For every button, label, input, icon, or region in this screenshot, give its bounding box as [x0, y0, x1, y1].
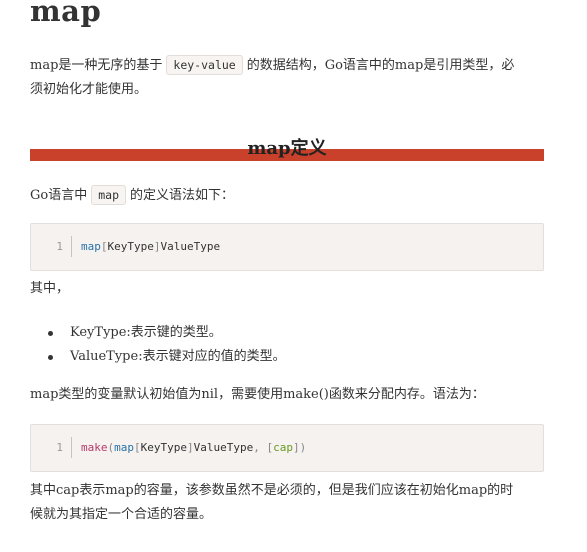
code-block-map-syntax: 1 map[KeyType]ValueType [30, 223, 544, 271]
code-token: [ [100, 240, 108, 253]
cap-text-line1: 其中cap表示map的容量，该参数虽然不是必须的，但是我们应该在初始化map的时 [30, 483, 514, 498]
default-value-paragraph: map类型的变量默认初始值为nil，需要使用make()函数来分配内存。语法为： [30, 387, 485, 402]
code-line: make(map[KeyType]ValueType, [cap]) [81, 441, 306, 454]
code-token: cap [273, 441, 293, 454]
list-item-text: KeyType:表示键的类型。 [70, 325, 222, 340]
line-number: 1 [56, 240, 63, 253]
cap-text-line2: 候就为其指定一个合适的容量。 [30, 507, 213, 522]
list-item: KeyType:表示键的类型。 [30, 321, 286, 345]
intro-text-line2: 须初始化才能使用。 [30, 82, 148, 97]
code-token: ) [299, 441, 307, 454]
section-heading: map定义 [30, 134, 544, 162]
code-token: map [81, 240, 101, 253]
syntax-text-after: 的定义语法如下： [130, 188, 235, 203]
code-token: ValueType [193, 441, 254, 454]
syntax-intro-paragraph: Go语言中 map 的定义语法如下： [30, 183, 544, 208]
inline-code-key-value: key-value [166, 55, 243, 75]
code-token: [ [134, 441, 141, 454]
section-heading-title: map定义 [247, 138, 327, 159]
list-item: ValueType:表示键对应的值的类型。 [30, 345, 286, 369]
list-item-text: ValueType:表示键对应的值的类型。 [70, 349, 286, 364]
code-token: ] [292, 441, 300, 454]
where-label: 其中， [30, 281, 70, 296]
bullet-dot [48, 355, 53, 360]
code-token: , [253, 441, 267, 454]
bullet-dot [48, 331, 53, 336]
code-token: map [114, 441, 134, 454]
line-number: 1 [56, 441, 63, 454]
code-block-make: 1 make(map[KeyType]ValueType, [cap]) [30, 424, 544, 472]
line-number-separator [71, 236, 72, 257]
code-token: ] [186, 441, 194, 454]
code-token: KeyType [107, 240, 154, 253]
code-token: KeyType [140, 441, 187, 454]
code-token: ValueType [160, 240, 221, 253]
bullet-list: KeyType:表示键的类型。 ValueType:表示键对应的值的类型。 [30, 321, 286, 369]
syntax-text-before: Go语言中 [30, 188, 88, 203]
intro-text-before: map是一种无序的基于 [30, 58, 163, 73]
intro-text-after: 的数据结构，Go语言中的map是引用类型，必 [246, 58, 515, 73]
line-number-separator [71, 437, 72, 458]
intro-paragraph: map是一种无序的基于 key-value 的数据结构，Go语言中的map是引用类型… [30, 53, 544, 102]
inline-code-map: map [91, 185, 126, 205]
code-line: map[KeyType]ValueType [81, 240, 220, 253]
code-token: make [81, 441, 108, 454]
page-title: map [30, 0, 102, 28]
cap-paragraph: 其中cap表示map的容量，该参数虽然不是必须的，但是我们应该在初始化map的时… [30, 479, 544, 527]
